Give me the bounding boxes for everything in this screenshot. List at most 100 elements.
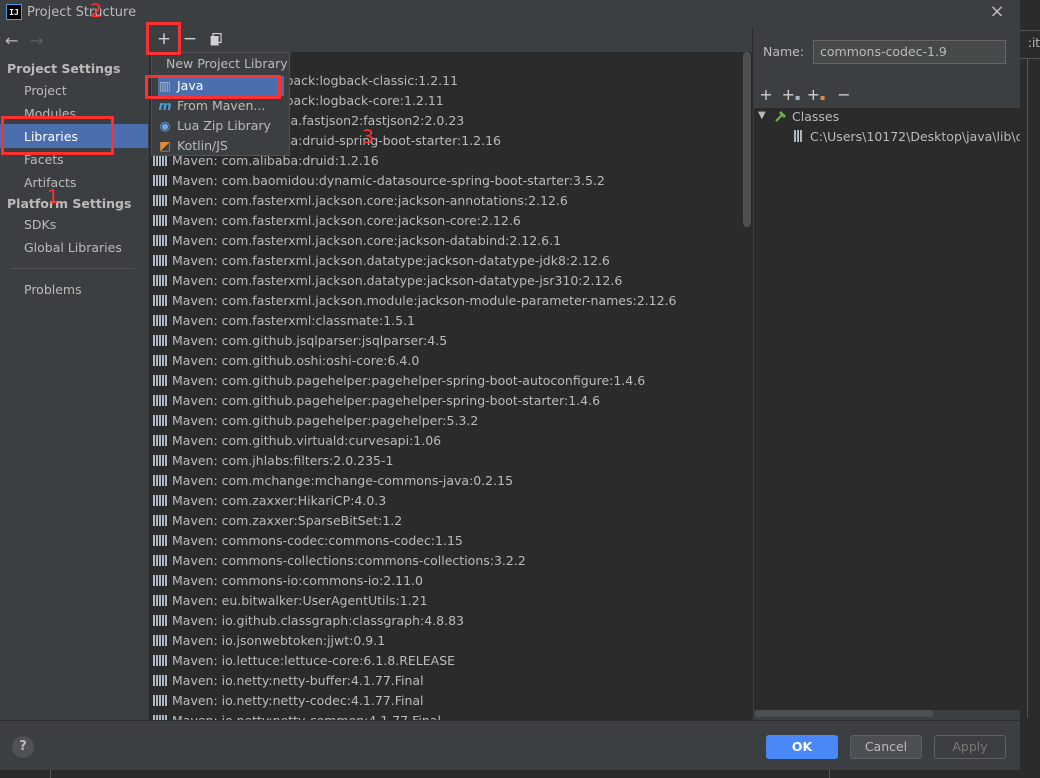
window-title: Project Structure <box>27 5 137 20</box>
background-window-text: it: <box>1027 36 1040 50</box>
close-icon[interactable]: × <box>987 2 1007 22</box>
attach-sources-button[interactable]: +▪ <box>805 84 827 106</box>
remove-root-button[interactable]: − <box>833 84 855 106</box>
background-panel <box>1020 58 1040 718</box>
tree-horizontal-scrollbar[interactable] <box>755 710 933 717</box>
library-row[interactable]: Maven: com.github.oshi:oshi-core:6.4.0 <box>153 351 419 371</box>
intellij-logo-icon: IJ <box>6 4 22 20</box>
library-row[interactable]: Maven: com.fasterxml.jackson.datatype:ja… <box>153 251 610 271</box>
popup-item-label: Lua Zip Library <box>177 118 271 133</box>
library-name: Maven: com.fasterxml.jackson.core:jackso… <box>172 193 568 208</box>
library-row[interactable]: Maven: commons-io:commons-io:2.11.0 <box>153 571 423 591</box>
library-row[interactable]: Maven: com.github.pagehelper:pagehelper-… <box>153 391 600 411</box>
library-row[interactable]: Maven: io.netty:netty-buffer:4.1.77.Fina… <box>153 671 424 691</box>
library-name: Maven: com.zaxxer:HikariCP:4.0.3 <box>172 493 387 508</box>
library-row[interactable]: Maven: com.mchange:mchange-commons-java:… <box>153 471 513 491</box>
library-row[interactable]: Maven: commons-codec:commons-codec:1.15 <box>153 531 463 551</box>
ok-button[interactable]: OK <box>766 735 838 759</box>
library-row[interactable]: Maven: com.github.virtuald:curvesapi:1.0… <box>153 431 441 451</box>
sources-icon: ▪ <box>819 93 826 102</box>
background-divider <box>1020 30 1040 31</box>
library-name: Maven: com.jhlabs:filters:2.0.235-1 <box>172 453 394 468</box>
copy-library-button[interactable] <box>205 28 227 50</box>
annotation-number-1: 1 <box>47 186 60 208</box>
library-icon <box>153 435 167 446</box>
library-icon <box>153 255 167 266</box>
library-icon <box>153 555 167 566</box>
popup-item-kotlin-js[interactable]: ◩ Kotlin/JS <box>158 136 284 156</box>
library-icon <box>153 675 167 686</box>
library-roots-tree[interactable]: ▼ Classes C:\Users\10172\Desktop\java\li… <box>754 108 1020 710</box>
library-name: Maven: com.baomidou:dynamic-datasource-s… <box>172 173 605 188</box>
nav-item-problems[interactable]: Problems <box>24 282 82 297</box>
library-row[interactable]: Maven: com.github.pagehelper:pagehelper:… <box>153 411 478 431</box>
settings-navigation: Project Settings Project Modules Librari… <box>0 58 148 720</box>
library-name: Maven: commons-codec:commons-codec:1.15 <box>172 533 463 548</box>
expand-arrow-icon[interactable]: ▼ <box>758 110 766 121</box>
nav-item-sdks[interactable]: SDKs <box>24 217 56 232</box>
popup-item-lua-zip-library[interactable]: ◉ Lua Zip Library <box>158 116 284 136</box>
help-button[interactable]: ? <box>12 736 34 758</box>
library-row[interactable]: Maven: com.fasterxml.jackson.datatype:ja… <box>153 271 622 291</box>
library-row[interactable]: Maven: commons-collections:commons-colle… <box>153 551 526 571</box>
add-root-button[interactable]: + <box>755 84 777 106</box>
library-list-scrollbar[interactable] <box>743 52 751 227</box>
tree-node-jar-path[interactable]: C:\Users\10172\Desktop\java\lib\commons-… <box>810 129 1020 144</box>
library-name: Maven: io.netty:netty-buffer:4.1.77.Fina… <box>172 673 424 688</box>
library-name-field[interactable]: commons-codec-1.9 <box>813 40 1006 64</box>
library-icon <box>153 295 167 306</box>
library-icon <box>153 595 167 606</box>
library-icon <box>153 695 167 706</box>
library-row[interactable]: Maven: com.fasterxml:classmate:1.5.1 <box>153 311 415 331</box>
library-row[interactable]: Maven: com.github.pagehelper:pagehelper-… <box>153 371 645 391</box>
annotation-box-java <box>145 75 281 99</box>
add-glyph: + <box>806 85 820 104</box>
library-icon <box>153 155 167 166</box>
nav-item-project[interactable]: Project <box>24 83 67 98</box>
forward-arrow-icon[interactable]: → <box>30 31 43 50</box>
jar-icon <box>794 130 803 142</box>
library-icon <box>153 335 167 346</box>
library-row[interactable]: Maven: com.fasterxml.jackson.core:jackso… <box>153 231 561 251</box>
library-icon <box>153 215 167 226</box>
library-icon <box>153 615 167 626</box>
add-glyph: + <box>781 85 795 104</box>
library-row[interactable]: Maven: eu.bitwalker:UserAgentUtils:1.21 <box>153 591 428 611</box>
library-row[interactable]: Maven: com.zaxxer:SparseBitSet:1.2 <box>153 511 402 531</box>
library-row[interactable]: Maven: com.fasterxml.jackson.module:jack… <box>153 291 676 311</box>
annotation-number-2: 2 <box>90 0 103 22</box>
library-row[interactable]: Maven: io.lettuce:lettuce-core:6.1.8.REL… <box>153 651 455 671</box>
background-frame <box>50 770 830 778</box>
library-row[interactable]: Maven: com.fasterxml.jackson.core:jackso… <box>153 211 521 231</box>
classes-toolbar: + +▪ +▪ − <box>753 84 1020 106</box>
nav-item-global-libraries[interactable]: Global Libraries <box>24 240 122 255</box>
library-row[interactable]: Maven: com.zaxxer:HikariCP:4.0.3 <box>153 491 386 511</box>
library-name: Maven: io.netty:netty-common:4.1.77.Fina… <box>172 713 441 720</box>
cancel-button[interactable]: Cancel <box>850 735 922 759</box>
library-name: Maven: com.zaxxer:SparseBitSet:1.2 <box>172 513 403 528</box>
library-icon <box>153 535 167 546</box>
library-name: Maven: io.netty:netty-codec:4.1.77.Final <box>172 693 424 708</box>
popup-item-from-maven[interactable]: m From Maven... <box>158 96 284 116</box>
library-row[interactable]: Maven: io.netty:netty-common:4.1.77.Fina… <box>153 711 441 720</box>
lua-icon: ◉ <box>159 118 171 133</box>
popup-title: New Project Library <box>166 56 288 71</box>
library-icon <box>153 655 167 666</box>
library-icon <box>153 355 167 366</box>
tree-node-classes[interactable]: Classes <box>792 109 839 124</box>
library-row[interactable]: Maven: com.github.jsqlparser:jsqlparser:… <box>153 331 447 351</box>
remove-library-button[interactable]: − <box>179 28 201 50</box>
library-row[interactable]: Maven: com.jhlabs:filters:2.0.235-1 <box>153 451 393 471</box>
library-icon <box>153 195 167 206</box>
library-row[interactable]: Maven: io.github.classgraph:classgraph:4… <box>153 611 464 631</box>
add-jar-directory-button[interactable]: +▪ <box>780 84 802 106</box>
library-row[interactable]: Maven: com.baomidou:dynamic-datasource-s… <box>153 171 605 191</box>
name-label: Name: <box>763 44 805 59</box>
new-project-library-popup: New Project Library ▥ Java m From Maven...… <box>151 52 290 156</box>
library-row[interactable]: Maven: io.netty:netty-codec:4.1.77.Final <box>153 691 424 711</box>
library-row[interactable]: Maven: io.jsonwebtoken:jjwt:0.9.1 <box>153 631 385 651</box>
apply-button[interactable]: Apply <box>934 735 1006 759</box>
library-row[interactable]: Maven: com.fasterxml.jackson.core:jackso… <box>153 191 568 211</box>
back-arrow-icon[interactable]: ← <box>5 31 18 50</box>
annotation-box-libraries <box>1 116 114 155</box>
